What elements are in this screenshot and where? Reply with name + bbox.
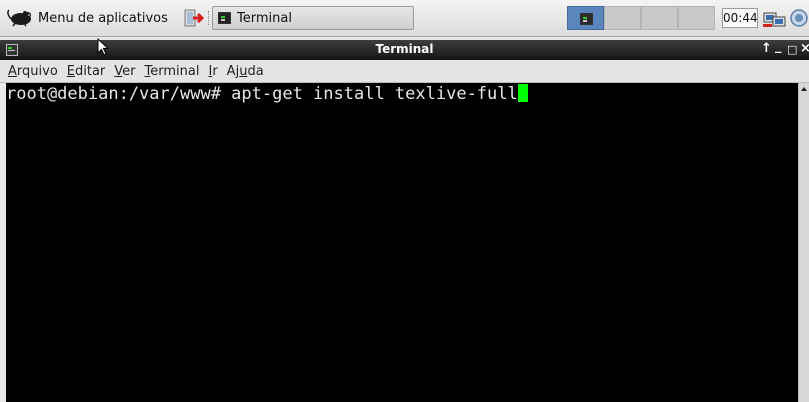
workspace-1[interactable] bbox=[567, 6, 604, 30]
terminal-prompt: root@debian:/var/www# bbox=[6, 84, 232, 104]
app-menu-button[interactable]: Menu de aplicativos bbox=[6, 7, 168, 29]
workspace-2[interactable] bbox=[604, 6, 641, 30]
menu-ver[interactable]: Ver bbox=[114, 64, 135, 79]
workspace-4[interactable] bbox=[678, 6, 715, 30]
terminal-output[interactable]: root@debian:/var/www# apt-get install te… bbox=[6, 83, 798, 402]
menu-ajuda[interactable]: Ajuda bbox=[227, 64, 264, 79]
volume-mixer-icon[interactable] bbox=[789, 8, 809, 28]
terminal-command: apt-get install texlive-full bbox=[231, 84, 518, 104]
text-cursor bbox=[517, 84, 528, 102]
menu-editar[interactable]: Editar bbox=[67, 64, 106, 79]
terminal-icon bbox=[218, 12, 231, 24]
terminal-icon bbox=[580, 13, 593, 25]
panel-separator bbox=[208, 11, 211, 25]
xfce-mouse-icon bbox=[7, 9, 31, 27]
maximize-button[interactable]: □ bbox=[787, 43, 797, 56]
menu-terminal[interactable]: Terminal bbox=[145, 64, 200, 79]
workspace-3[interactable] bbox=[641, 6, 678, 30]
panel-clock[interactable]: 00:44 bbox=[722, 8, 758, 28]
app-menu-label: Menu de aplicativos bbox=[38, 10, 168, 26]
logout-icon[interactable] bbox=[183, 9, 205, 27]
terminal-command-line: root@debian:/var/www# apt-get install te… bbox=[6, 83, 528, 105]
top-panel: Menu de aplicativos Terminal 00:44 bbox=[0, 0, 809, 37]
menu-arquivo[interactable]: Arquivo bbox=[8, 64, 58, 79]
window-titlebar[interactable]: Terminal ↑ _ □ × bbox=[0, 39, 809, 60]
minimize-button[interactable]: _ bbox=[775, 39, 782, 54]
menubar: Arquivo Editar Ver Terminal Ir Ajuda bbox=[0, 60, 809, 83]
menu-ir[interactable]: Ir bbox=[208, 64, 217, 79]
shade-button[interactable]: ↑ bbox=[761, 41, 772, 56]
close-button[interactable]: × bbox=[800, 41, 809, 56]
taskbar-terminal-button[interactable]: Terminal bbox=[212, 6, 414, 30]
terminal-scrollbar[interactable] bbox=[798, 83, 809, 402]
window-title: Terminal bbox=[375, 42, 434, 56]
scroll-up-arrow-icon[interactable] bbox=[800, 85, 808, 93]
taskbar-terminal-label: Terminal bbox=[237, 10, 292, 26]
network-icon[interactable] bbox=[763, 10, 787, 28]
mouse-pointer-icon bbox=[97, 38, 110, 56]
workspace-pager bbox=[567, 6, 715, 30]
